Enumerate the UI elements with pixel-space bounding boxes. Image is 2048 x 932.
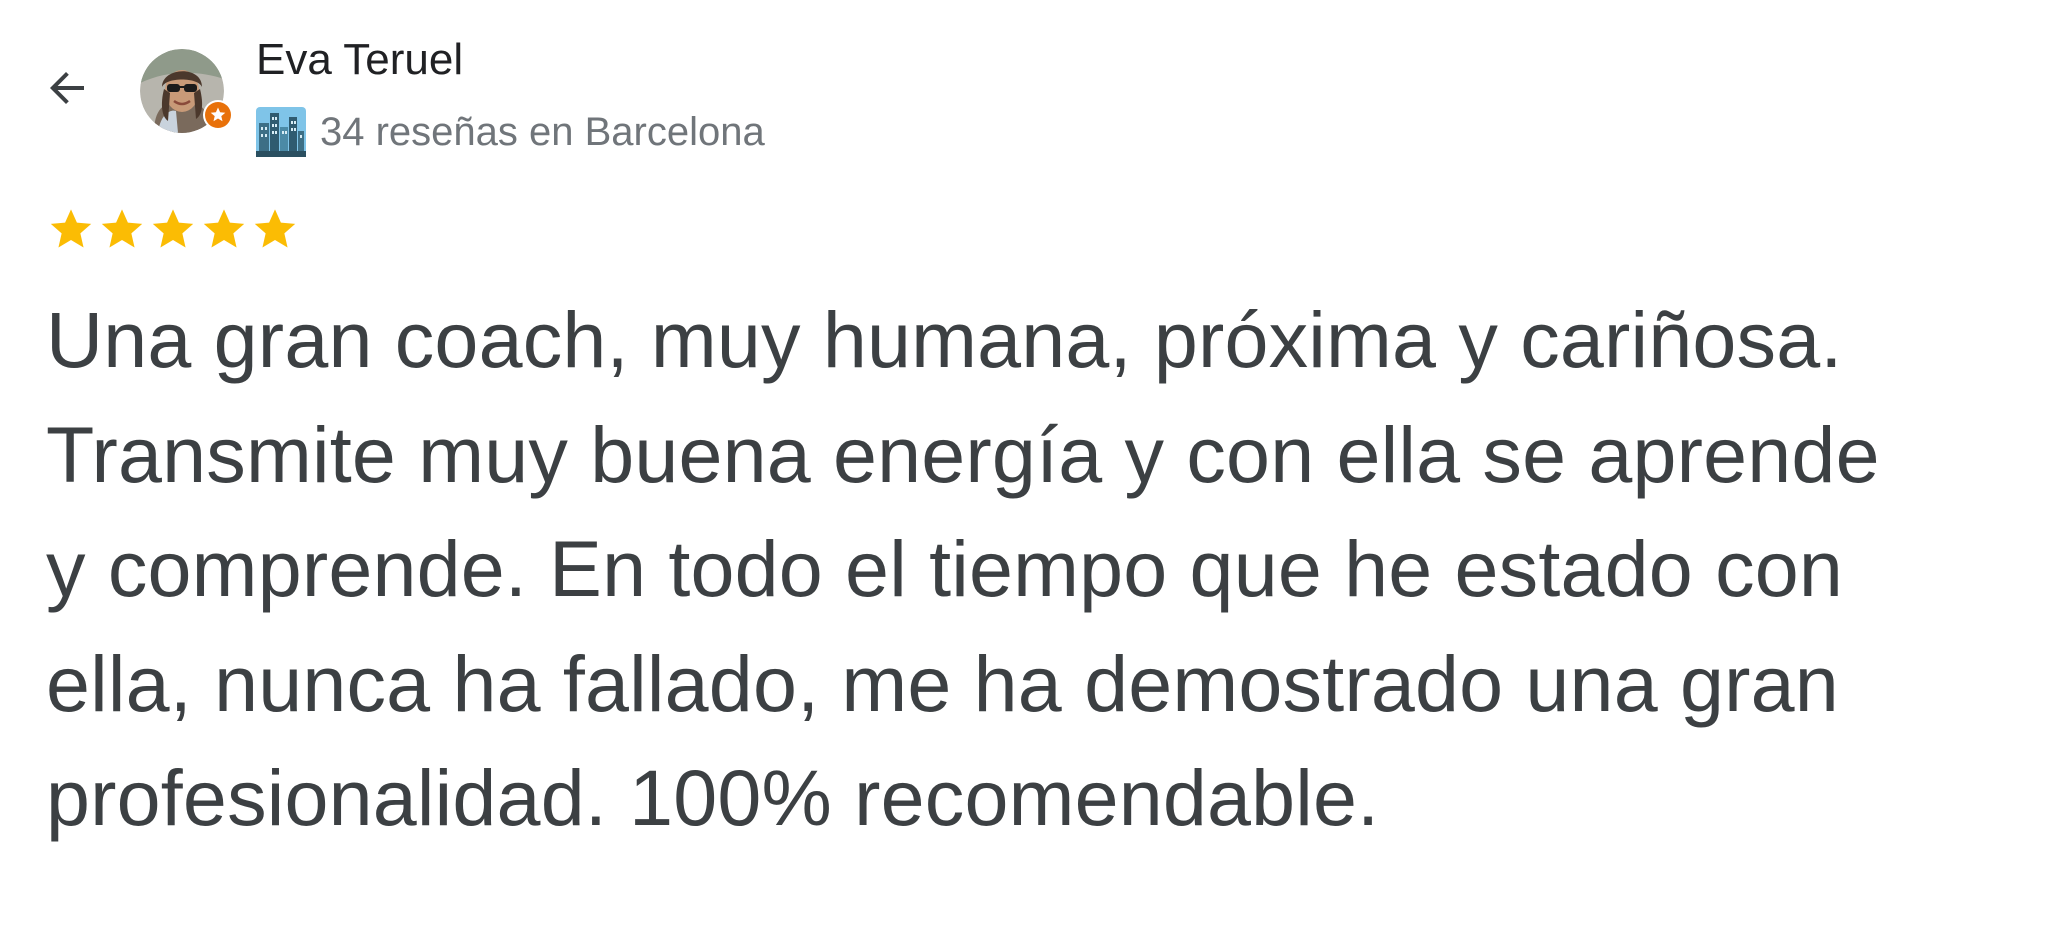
star-icon: [203, 209, 245, 248]
arrow-left-icon: [50, 72, 84, 104]
star-rating: [46, 205, 301, 253]
review-line: Una gran coach, muy humana, próxima y ca…: [46, 295, 1843, 384]
reviewer-name[interactable]: Eva Teruel: [256, 34, 463, 86]
review-text: Una gran coach, muy humana, próxima y ca…: [46, 283, 2036, 856]
review-line: Transmite muy buena energía y con ella s…: [46, 409, 1880, 499]
cityscape-icon: [256, 107, 306, 157]
reviewer-avatar-group[interactable]: [140, 49, 236, 145]
star-icon: [152, 209, 194, 248]
reviews-summary[interactable]: 34 reseñas en Barcelona: [256, 106, 765, 158]
back-button[interactable]: [40, 60, 96, 116]
review-line: profesionalidad. 100% recomendable.: [46, 753, 1380, 842]
local-guide-badge-icon: [202, 99, 234, 131]
star-icon: [50, 209, 92, 248]
star-icon: [254, 209, 296, 248]
reviews-count-text: 34 reseñas en Barcelona: [320, 109, 765, 154]
review-line: y comprende. En todo el tiempo que he es…: [46, 524, 1844, 613]
review-line: ella, nunca ha fallado, me ha demostrado…: [46, 638, 1839, 728]
star-icon: [101, 209, 143, 248]
